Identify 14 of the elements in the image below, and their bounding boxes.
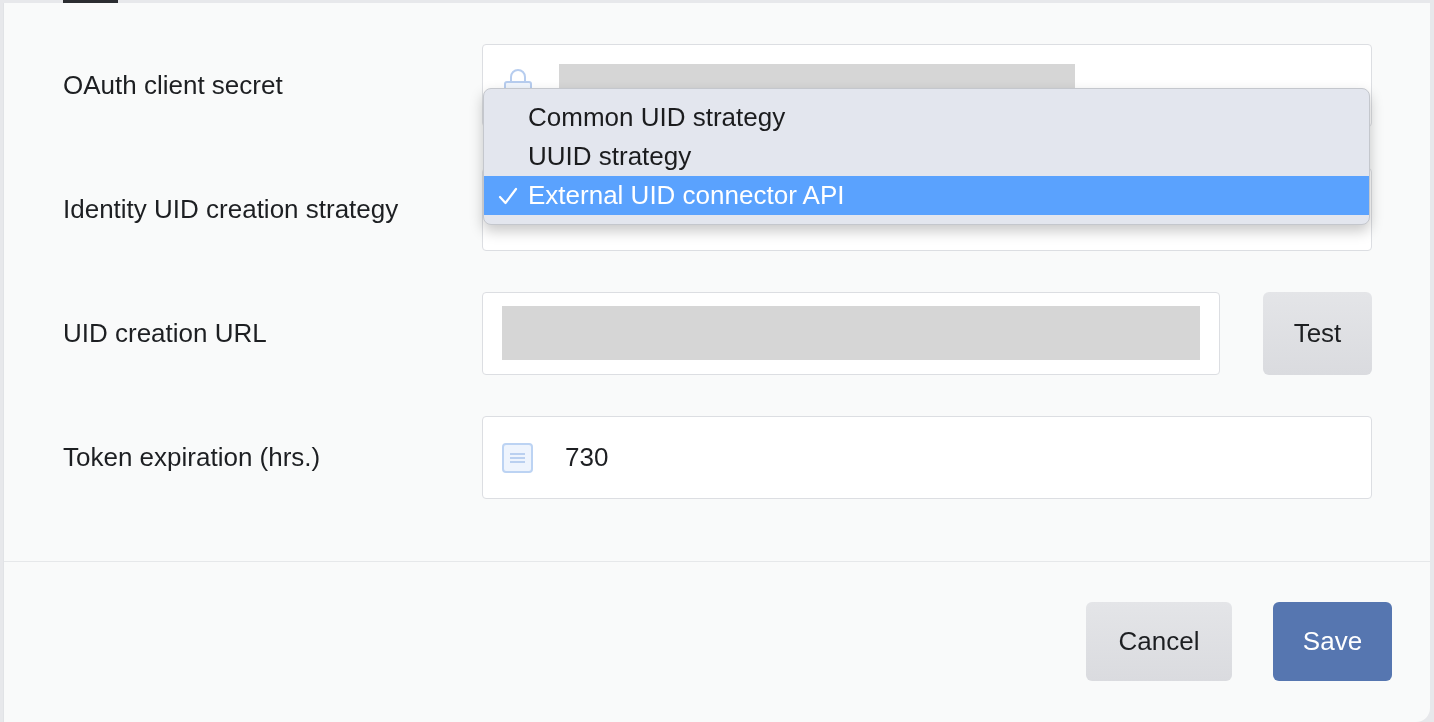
tab-underline bbox=[63, 0, 118, 3]
dropdown-option[interactable]: UUID strategy bbox=[484, 137, 1369, 176]
field-label: UID creation URL bbox=[63, 317, 268, 350]
number-field[interactable]: 730 bbox=[482, 416, 1372, 499]
text-field-icon bbox=[502, 442, 533, 473]
test-button[interactable]: Test bbox=[1263, 292, 1372, 375]
save-button[interactable]: Save bbox=[1273, 602, 1392, 681]
cancel-button[interactable]: Cancel bbox=[1086, 602, 1232, 681]
field-label: Identity UID creation strategy bbox=[63, 193, 400, 226]
url-field[interactable] bbox=[482, 292, 1220, 375]
check-icon bbox=[498, 185, 518, 206]
field-label: OAuth client secret bbox=[63, 69, 284, 102]
field-label: Token expiration (hrs.) bbox=[63, 441, 322, 474]
dropdown-option[interactable]: Common UID strategy bbox=[484, 98, 1369, 137]
